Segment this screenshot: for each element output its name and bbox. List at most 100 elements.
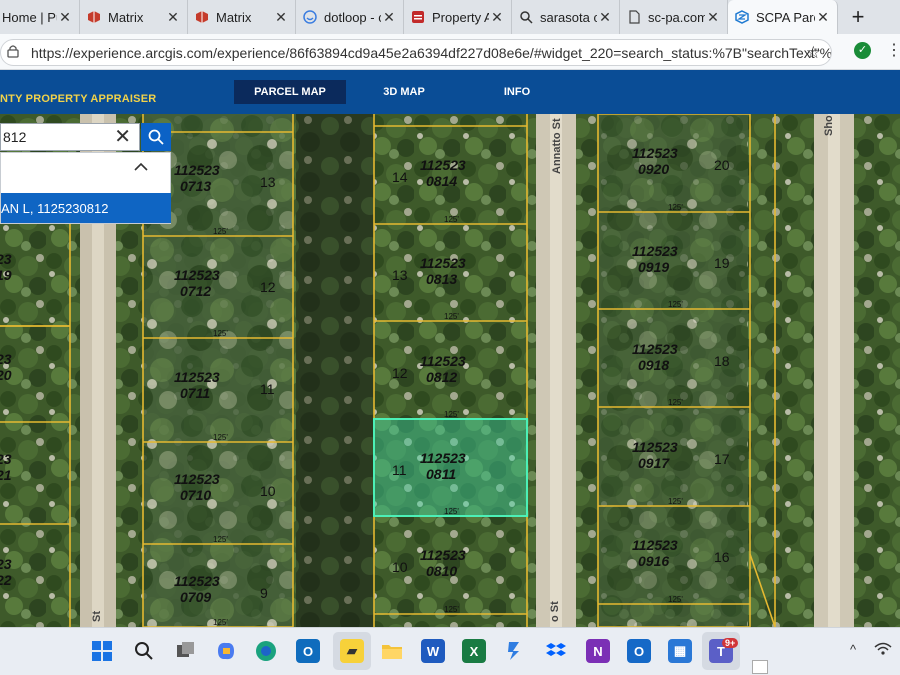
extra-app-icon[interactable] <box>752 660 768 674</box>
tab-info[interactable]: INFO <box>480 80 554 104</box>
search-suggestions: AN L, 1125230812 <box>0 152 171 224</box>
tab-parcel-map[interactable]: PARCEL MAP <box>234 80 346 104</box>
show-hidden-icons[interactable]: ^ <box>850 642 856 657</box>
parcel-id-label: 0711 <box>180 385 210 401</box>
parcel-id-label: 0812 <box>426 369 457 385</box>
parcel-id-label: 112523 <box>174 267 220 283</box>
chevron-up-icon[interactable] <box>134 159 148 177</box>
dotloop-icon <box>302 9 318 25</box>
url-text: https://experience.arcgis.com/experience… <box>31 44 832 61</box>
edge-icon[interactable] <box>254 639 278 663</box>
tab-label: SCPA Parc <box>756 9 815 25</box>
parcel-id-label: 112523 <box>420 157 466 173</box>
dropbox-icon[interactable] <box>544 639 568 663</box>
search-button[interactable] <box>141 123 171 151</box>
tab-dotloop[interactable]: dotloop - c ✕ <box>296 0 404 34</box>
parcel-id-label: 0710 <box>180 487 211 503</box>
parcel-id-label: 0916 <box>638 553 669 569</box>
lot-number-label: 20 <box>714 157 730 173</box>
parcel-id-label: 20 <box>0 367 12 383</box>
lot-number-label: 19 <box>714 255 730 271</box>
dimension-label: 125' <box>213 618 228 627</box>
lot-number-label: 17 <box>714 451 730 467</box>
close-icon[interactable]: ✕ <box>381 9 397 26</box>
tab-sarasota[interactable]: sarasota c ✕ <box>512 0 620 34</box>
parcel-id-label: 112523 <box>420 450 466 466</box>
parcel-id-label: 0814 <box>426 173 457 189</box>
close-icon[interactable]: ✕ <box>815 9 831 26</box>
lot-number-label: 12 <box>260 279 276 295</box>
scpa-icon <box>734 9 750 25</box>
tab-property[interactable]: Property A ✕ <box>404 0 512 34</box>
copilot-icon[interactable] <box>214 639 238 663</box>
extension-check-icon[interactable]: ✓ <box>854 42 871 59</box>
parcel-id-label: 112523 <box>632 243 678 259</box>
parcel-id-label: 0813 <box>426 271 457 287</box>
start-icon[interactable] <box>90 639 114 663</box>
tab-scpa-parcel[interactable]: SCPA Parc ✕ <box>728 0 838 34</box>
word-icon[interactable]: W <box>421 639 445 663</box>
favorite-star-icon[interactable]: ☆ <box>806 43 821 63</box>
address-bar[interactable]: https://experience.arcgis.com/experience… <box>0 39 832 66</box>
taskbar: O ▰ W X N O ▦ T 9+ ^ <box>0 627 900 675</box>
browser-menu-icon[interactable]: ⋮ <box>886 40 900 60</box>
parcel-id-label: 0811 <box>426 466 456 482</box>
parcel-id-label: 112523 <box>420 353 466 369</box>
tab-home[interactable]: Home | Pu ✕ <box>0 0 80 34</box>
lock-icon[interactable] <box>7 44 19 61</box>
parcel-id-label: 0713 <box>180 178 211 194</box>
dimension-label: 125' <box>444 312 459 321</box>
clear-search-icon[interactable]: ✕ <box>114 126 131 148</box>
parcel-id-label: 0919 <box>638 259 669 275</box>
tab-matrix-1[interactable]: Matrix ✕ <box>80 0 188 34</box>
dimension-label: 125' <box>213 535 228 544</box>
task-view-icon[interactable] <box>174 639 198 663</box>
document-icon <box>626 9 642 25</box>
parcel-id-label: 0920 <box>638 161 669 177</box>
dimension-label: 125' <box>444 605 459 614</box>
onenote-icon[interactable]: N <box>586 639 610 663</box>
close-icon[interactable]: ✕ <box>165 9 181 26</box>
matrix-icon <box>86 9 102 25</box>
tab-3d-map[interactable]: 3D MAP <box>360 80 448 104</box>
suggestion-item[interactable]: AN L, 1125230812 <box>1 193 171 223</box>
excel-icon[interactable]: X <box>462 639 486 663</box>
store-icon[interactable]: ▦ <box>668 639 692 663</box>
tab-sc-pa[interactable]: sc-pa.com ✕ <box>620 0 728 34</box>
close-icon[interactable]: ✕ <box>597 9 613 26</box>
dimension-label: 125' <box>213 433 228 442</box>
file-explorer-icon[interactable] <box>380 639 404 663</box>
tab-label: Matrix <box>216 9 252 25</box>
parcel-id-label: 22 <box>0 572 12 588</box>
close-icon[interactable]: ✕ <box>705 9 721 26</box>
power-automate-icon[interactable] <box>503 639 527 663</box>
pdf-icon <box>410 9 426 25</box>
matrix-icon <box>194 9 210 25</box>
parcel-id-label: 21 <box>0 467 12 483</box>
parcel-id-label: 0712 <box>180 283 211 299</box>
close-icon[interactable]: ✕ <box>489 9 505 26</box>
taskbar-search-icon[interactable] <box>132 639 156 663</box>
dimension-label: 125' <box>668 398 683 407</box>
street-label: St <box>91 611 103 622</box>
outlook-new-icon[interactable]: O <box>627 639 651 663</box>
address-bar-row: https://experience.arcgis.com/experience… <box>0 34 900 70</box>
parcel-id-label: 112523 <box>174 573 220 589</box>
wifi-icon[interactable] <box>874 642 892 659</box>
new-tab-button[interactable]: + <box>838 0 878 34</box>
tab-matrix-2[interactable]: Matrix ✕ <box>188 0 296 34</box>
parcel-id-label: 112523 <box>632 537 678 553</box>
search-input[interactable]: 812 ✕ <box>0 123 140 151</box>
sticky-notes-icon[interactable]: ▰ <box>340 639 364 663</box>
parcel-id-label: 23 <box>0 251 12 267</box>
close-icon[interactable]: ✕ <box>57 9 73 26</box>
tab-label: sc-pa.com <box>648 9 705 25</box>
tab-label: Matrix <box>108 9 144 25</box>
dimension-label: 125' <box>668 300 683 309</box>
parcel-id-label: 0918 <box>638 357 669 373</box>
dimension-label: 125' <box>213 329 228 338</box>
outlook-icon[interactable]: O <box>296 639 320 663</box>
dimension-label: 125' <box>668 203 683 212</box>
lot-number-label: 13 <box>392 267 408 283</box>
close-icon[interactable]: ✕ <box>273 9 289 26</box>
